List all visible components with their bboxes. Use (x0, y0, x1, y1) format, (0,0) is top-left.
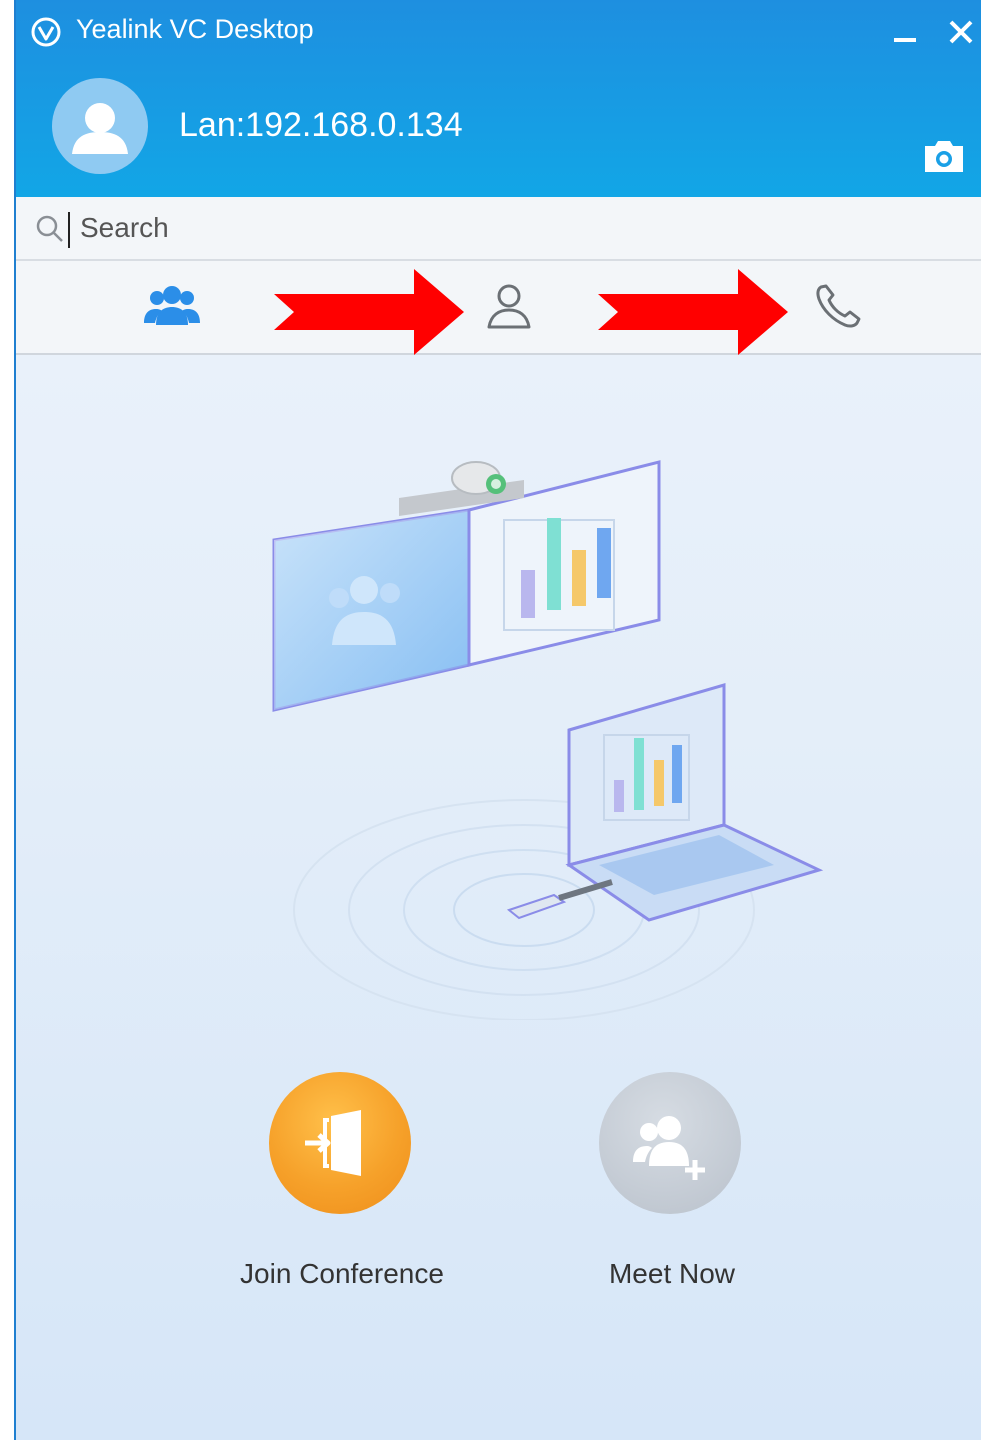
tab-bar (14, 261, 981, 355)
meet-now-button[interactable]: Meet Now (542, 1072, 802, 1302)
account-label: Lan:192.168.0.134 (179, 106, 463, 144)
join-conference-circle[interactable] (269, 1072, 411, 1214)
camera-icon (925, 141, 963, 172)
join-conference-button[interactable]: Join Conference (212, 1072, 472, 1302)
add-group-icon (633, 1116, 705, 1180)
search-input[interactable] (80, 207, 960, 249)
close-icon (949, 20, 973, 44)
yealink-logo-icon (31, 17, 61, 47)
title-bar[interactable]: Yealink VC Desktop (14, 0, 981, 64)
close-button[interactable] (939, 10, 981, 54)
avatar[interactable] (52, 78, 148, 174)
camera-button[interactable] (919, 136, 969, 176)
tab-calls[interactable] (809, 279, 869, 335)
search-bar (14, 197, 981, 261)
tab-conference[interactable] (142, 279, 202, 335)
person-icon (487, 284, 531, 329)
meet-now-circle[interactable] (599, 1072, 741, 1214)
search-caret (68, 212, 70, 248)
minimize-icon (894, 38, 916, 42)
door-enter-icon (305, 1110, 361, 1176)
user-icon (72, 103, 128, 154)
annotation-arrow-icon (274, 269, 464, 355)
window-border (14, 0, 16, 1440)
minimize-button[interactable] (884, 10, 928, 54)
conference-illustration (272, 460, 824, 1020)
search-icon (36, 215, 63, 242)
meet-now-label: Meet Now (608, 1258, 736, 1289)
annotation-arrow-icon (598, 269, 788, 355)
join-conference-label: Join Conference (240, 1258, 444, 1289)
group-icon (144, 286, 200, 325)
tab-contacts[interactable] (479, 279, 539, 335)
app-window: Yealink VC Desktop Lan:192.168.0.134 Sea… (14, 0, 981, 1440)
header: Yealink VC Desktop Lan:192.168.0.134 (14, 0, 981, 197)
phone-icon (816, 284, 861, 328)
window-title: Yealink VC Desktop (76, 14, 314, 44)
